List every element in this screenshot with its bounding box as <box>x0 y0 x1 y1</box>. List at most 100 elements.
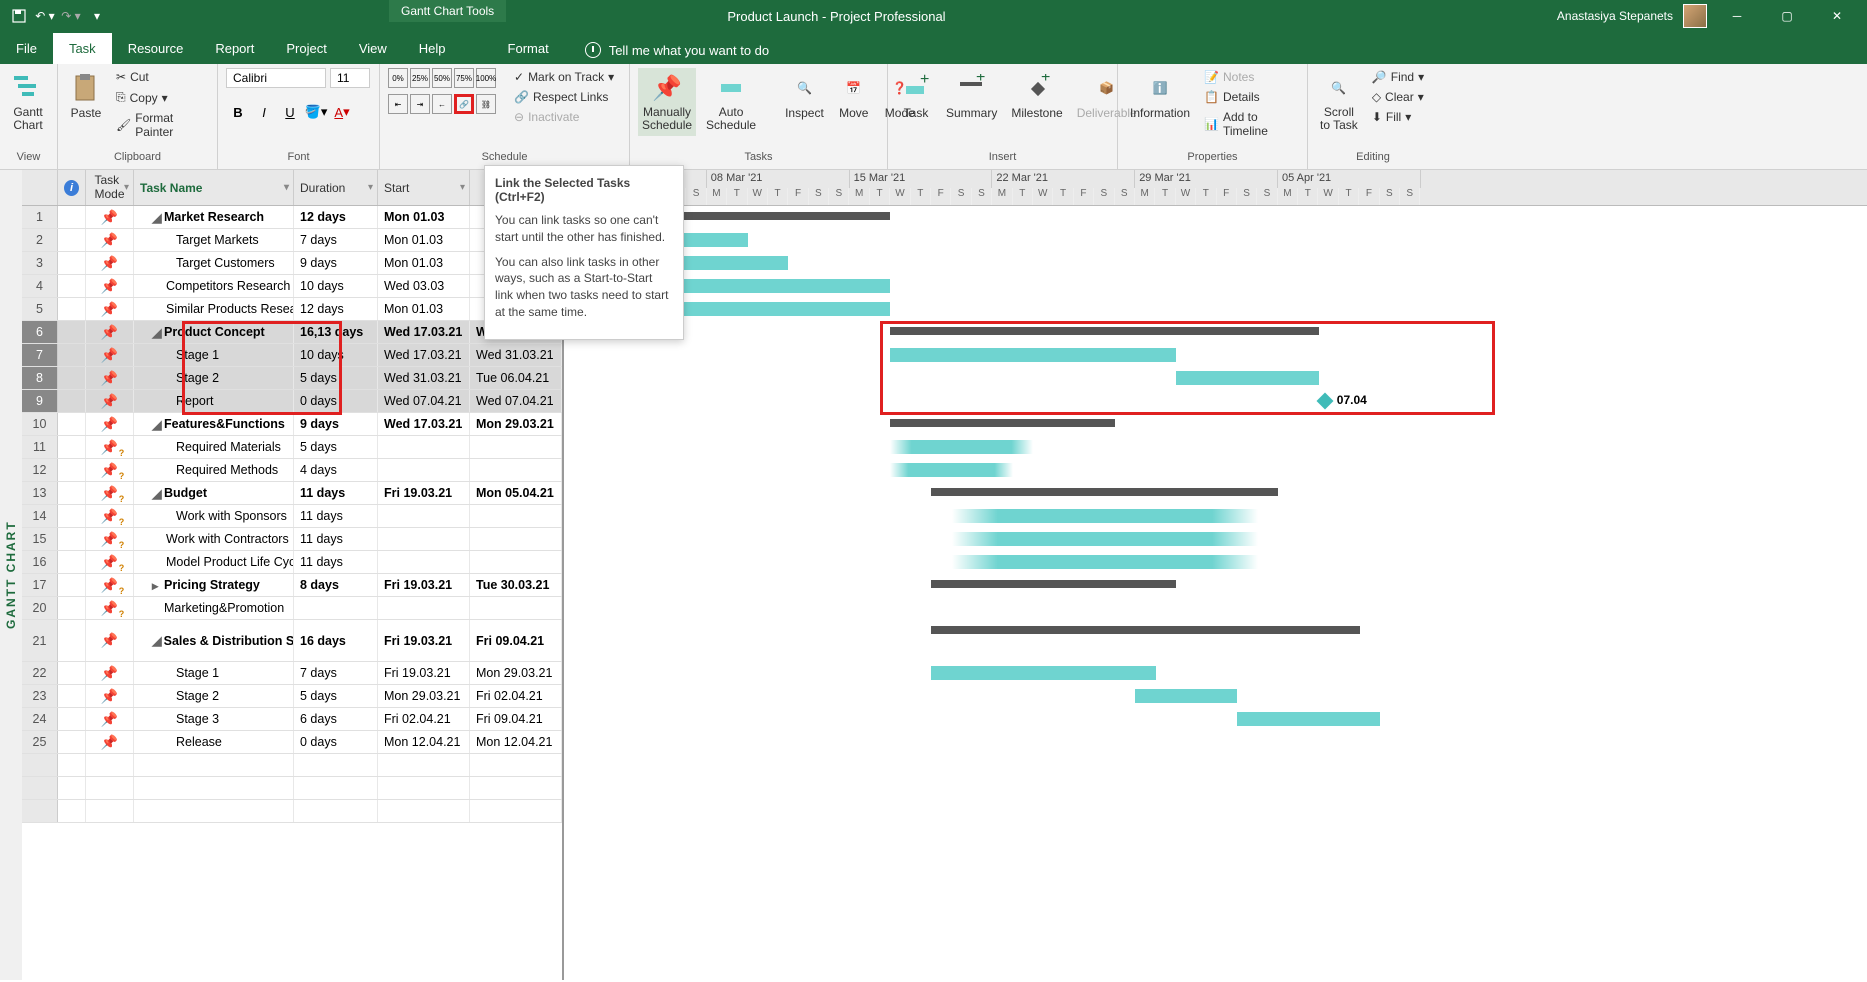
row-number[interactable]: 6 <box>22 321 58 343</box>
gantt-summary-bar[interactable] <box>890 327 1318 335</box>
unlink-tasks-button[interactable]: ⛓ <box>476 94 496 114</box>
table-row[interactable]: 24📌Stage 36 daysFri 02.04.21Fri 09.04.21 <box>22 708 562 731</box>
cell-info[interactable] <box>58 482 86 504</box>
gantt-fuzzy-bar[interactable] <box>952 555 1258 569</box>
cell-mode[interactable]: 📌 <box>86 620 134 661</box>
font-size-select[interactable] <box>330 68 370 88</box>
cell-mode[interactable]: 📌 <box>86 206 134 228</box>
cell-finish[interactable]: Tue 30.03.21 <box>470 574 562 596</box>
table-row[interactable] <box>22 800 562 823</box>
auto-schedule-button[interactable]: Auto Schedule <box>702 68 760 136</box>
cell-finish[interactable] <box>470 505 562 527</box>
cell-task-name[interactable]: Required Methods <box>134 459 294 481</box>
tell-me-search[interactable]: Tell me what you want to do <box>585 42 769 64</box>
row-number[interactable]: 8 <box>22 367 58 389</box>
table-row[interactable]: 2📌Target Markets7 daysMon 01.03 <box>22 229 562 252</box>
table-row[interactable]: 25📌Release0 daysMon 12.04.21Mon 12.04.21 <box>22 731 562 754</box>
cell-start[interactable]: Wed 17.03.21 <box>378 321 470 343</box>
fill-button[interactable]: ⬇Fill ▾ <box>1368 108 1428 126</box>
cell-mode[interactable]: 📌 <box>86 367 134 389</box>
cell-duration[interactable]: 11 days <box>294 528 378 550</box>
cell-finish[interactable]: Wed 07.04.21 <box>470 390 562 412</box>
add-timeline-button[interactable]: 📊Add to Timeline <box>1200 108 1299 140</box>
row-number[interactable]: 4 <box>22 275 58 297</box>
paste-button[interactable]: Paste <box>66 68 106 124</box>
qat-more-icon[interactable]: ▾ <box>86 5 108 27</box>
table-row[interactable]: 22📌Stage 17 daysFri 19.03.21Mon 29.03.21 <box>22 662 562 685</box>
row-number[interactable]: 15 <box>22 528 58 550</box>
gantt-task-bar[interactable] <box>1176 371 1319 385</box>
cell-start[interactable]: Mon 12.04.21 <box>378 731 470 753</box>
row-number[interactable]: 10 <box>22 413 58 435</box>
cell-finish[interactable]: Mon 05.04.21 <box>470 482 562 504</box>
cell-start[interactable]: Wed 31.03.21 <box>378 367 470 389</box>
cell-duration[interactable] <box>294 597 378 619</box>
cell-task-name[interactable]: ◢Features&Functions <box>134 413 294 435</box>
cell-mode[interactable]: 📌 <box>86 731 134 753</box>
cell-finish[interactable] <box>470 459 562 481</box>
cell-task-name[interactable]: Stage 3 <box>134 708 294 730</box>
table-row[interactable]: 7📌Stage 110 daysWed 17.03.21Wed 31.03.21 <box>22 344 562 367</box>
cell-task-name[interactable]: Stage 1 <box>134 344 294 366</box>
cell-finish[interactable]: Wed 31.03.21 <box>470 344 562 366</box>
gantt-summary-bar[interactable] <box>931 626 1359 634</box>
cell-info[interactable] <box>58 229 86 251</box>
cell-mode[interactable]: 📌 <box>86 551 134 573</box>
tab-task[interactable]: Task <box>53 33 112 64</box>
italic-button[interactable]: I <box>252 100 276 124</box>
pct-50-button[interactable]: 50% <box>432 68 452 88</box>
cell-mode[interactable]: 📌 <box>86 528 134 550</box>
row-number[interactable]: 21 <box>22 620 58 661</box>
table-row[interactable]: 6📌◢Product Concept16,13 daysWed 17.03.21… <box>22 321 562 344</box>
gantt-fuzzy-bar[interactable] <box>890 440 1033 454</box>
cell-mode[interactable]: 📌 <box>86 708 134 730</box>
cell-info[interactable] <box>58 413 86 435</box>
cell-duration[interactable]: 11 days <box>294 505 378 527</box>
cell-task-name[interactable]: ◢Product Concept <box>134 321 294 343</box>
cell-start[interactable]: Mon 29.03.21 <box>378 685 470 707</box>
cell-start[interactable]: Wed 17.03.21 <box>378 413 470 435</box>
table-row[interactable]: 9📌Report0 daysWed 07.04.21Wed 07.04.21 <box>22 390 562 413</box>
tab-view[interactable]: View <box>343 33 403 64</box>
col-task-mode[interactable]: Task Mode <box>86 170 134 205</box>
cell-info[interactable] <box>58 436 86 458</box>
cell-info[interactable] <box>58 574 86 596</box>
cell-start[interactable]: Fri 19.03.21 <box>378 662 470 684</box>
outdent-button[interactable]: ⇤ <box>388 94 408 114</box>
cell-mode[interactable]: 📌 <box>86 298 134 320</box>
cell-task-name[interactable]: ◢Budget <box>134 482 294 504</box>
row-number[interactable]: 14 <box>22 505 58 527</box>
tab-project[interactable]: Project <box>270 33 342 64</box>
row-number[interactable]: 7 <box>22 344 58 366</box>
col-rownum[interactable] <box>22 170 58 205</box>
cell-start[interactable]: Fri 19.03.21 <box>378 482 470 504</box>
row-number[interactable]: 13 <box>22 482 58 504</box>
cell-start[interactable]: Wed 17.03.21 <box>378 344 470 366</box>
row-number[interactable]: 2 <box>22 229 58 251</box>
cell-task-name[interactable]: Stage 1 <box>134 662 294 684</box>
cell-duration[interactable]: 6 days <box>294 708 378 730</box>
cell-start[interactable]: Fri 19.03.21 <box>378 620 470 661</box>
copy-button[interactable]: ⎘Copy ▾ <box>112 88 209 107</box>
cell-info[interactable] <box>58 390 86 412</box>
cell-info[interactable] <box>58 528 86 550</box>
gantt-fuzzy-bar[interactable] <box>890 463 1012 477</box>
gantt-chart-button[interactable]: Gantt Chart <box>8 68 48 136</box>
cell-task-name[interactable]: Competitors Research <box>134 275 294 297</box>
cell-task-name[interactable]: ▸Pricing Strategy <box>134 574 294 596</box>
cell-duration[interactable]: 12 days <box>294 298 378 320</box>
gantt-summary-bar[interactable] <box>931 488 1278 496</box>
cell-task-name[interactable]: Target Customers <box>134 252 294 274</box>
cell-duration[interactable]: 11 days <box>294 551 378 573</box>
table-row[interactable]: 10📌◢Features&Functions9 daysWed 17.03.21… <box>22 413 562 436</box>
table-row[interactable]: 1📌◢Market Research12 daysMon 01.03 <box>22 206 562 229</box>
cell-info[interactable] <box>58 505 86 527</box>
insert-task-button[interactable]: +Task <box>896 68 936 124</box>
cell-task-name[interactable]: Stage 2 <box>134 367 294 389</box>
fill-color-button[interactable]: 🪣▾ <box>304 100 328 124</box>
cell-task-name[interactable]: ◢Market Research <box>134 206 294 228</box>
cell-mode[interactable]: 📌 <box>86 597 134 619</box>
cell-mode[interactable]: 📌 <box>86 321 134 343</box>
cell-duration[interactable]: 7 days <box>294 229 378 251</box>
row-number[interactable]: 20 <box>22 597 58 619</box>
